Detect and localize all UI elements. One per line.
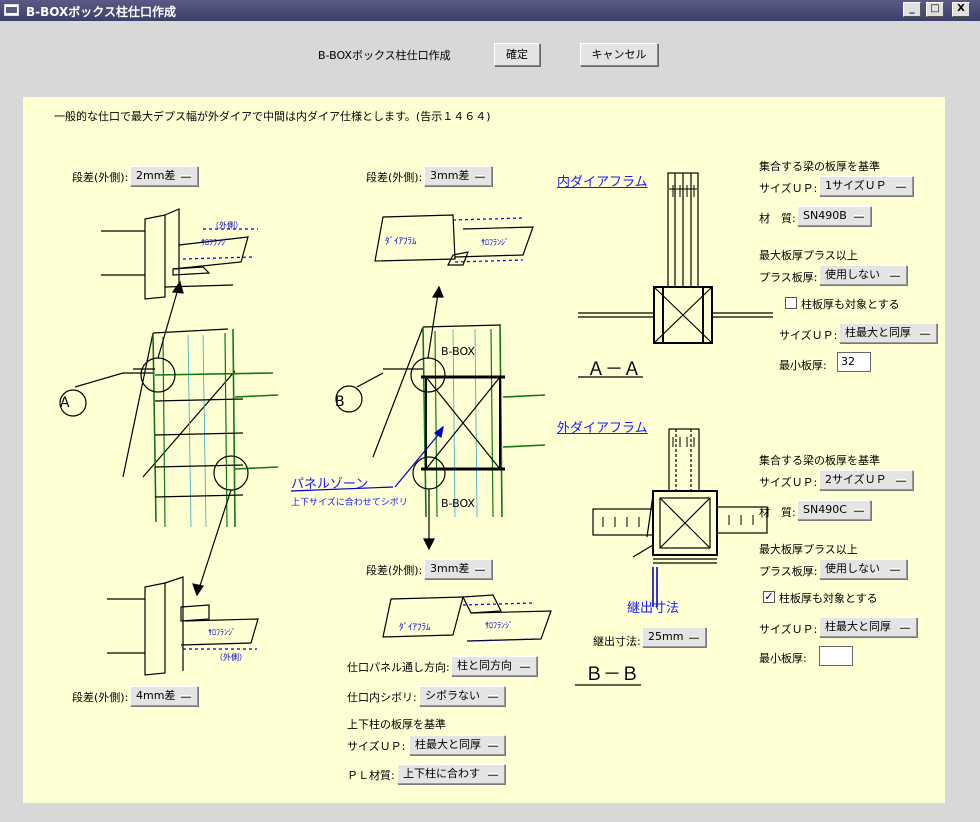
cancel-button[interactable]: キャンセル <box>580 43 658 66</box>
panel-zone-label: パネルゾーン <box>291 477 369 492</box>
bb-max-plus-heading: 最大板厚プラス以上 <box>759 543 858 556</box>
bb-size-up-label: サイズＵＰ: <box>759 476 818 489</box>
pl-material-select[interactable]: 上下柱に合わす <box>397 764 505 784</box>
panel-dir-label: 仕口パネル通し方向: <box>347 661 450 674</box>
aa-col-target-checkbox[interactable] <box>785 297 797 309</box>
aa-max-plus-heading: 最大板厚プラス以上 <box>759 249 858 262</box>
bb-col-target-label: 柱板厚も対象とする <box>779 592 878 605</box>
aa-material-label: 材 質: <box>759 212 796 225</box>
pl-material-label: ＰＬ材質: <box>347 769 395 782</box>
maximize-button[interactable]: □ <box>926 2 944 17</box>
minimize-button[interactable]: _ <box>903 2 921 17</box>
aa-size-up-label: サイズＵＰ: <box>759 182 818 195</box>
inner-shibori-label: 仕口内シボリ: <box>347 691 417 704</box>
window-icon[interactable] <box>4 4 19 16</box>
mid-step-top-label: 段差(外側): <box>366 171 423 184</box>
left-step-bottom-select[interactable]: 4mm差 <box>130 686 198 706</box>
mid-bottom-flange-note: ｻﾛﾌﾗﾝｼﾞ <box>485 621 513 630</box>
aa-size-up2-select[interactable]: 柱最大と同厚 <box>839 323 937 343</box>
mid-step-top-select[interactable]: 3mm差 <box>424 166 492 186</box>
mid-step-mid-select[interactable]: 3mm差 <box>424 559 492 579</box>
left-step-bottom-label: 段差(外側): <box>72 691 129 704</box>
spec-note: 一般的な仕口で最大デプス幅が外ダイアで中間は内ダイア仕様とします。(告示１４６４… <box>54 110 491 123</box>
bb-basis-heading: 集合する梁の板厚を基準 <box>759 454 880 467</box>
aa-plus-label: プラス板厚: <box>759 271 818 284</box>
bb-material-select[interactable]: SN490C <box>797 500 871 520</box>
protrude-heading: 継出寸法 <box>627 601 680 616</box>
bb-plus-select[interactable]: 使用しない <box>819 559 907 579</box>
bb-material-label: 材 質: <box>759 506 796 519</box>
left-outside-note: （外側） <box>211 221 243 230</box>
bb-min-thick-label: 最小板厚: <box>759 652 807 665</box>
bbox-bottom-label: B-BOX <box>441 497 475 510</box>
col-basis-heading: 上下柱の板厚を基準 <box>347 718 446 731</box>
bb-plus-label: プラス板厚: <box>759 565 818 578</box>
outer-diaphragm-heading: 外ダイアフラム <box>557 421 648 436</box>
section-bb-label: Ｂ－Ｂ <box>585 664 639 685</box>
left-bottom-outside-note: （外側） <box>215 653 247 662</box>
protrude-label: 継出寸法: <box>593 635 641 648</box>
aa-plus-select[interactable]: 使用しない <box>819 265 907 285</box>
panel-zone-sub-label: 上下サイズに合わせてシボリ <box>291 498 408 508</box>
close-button[interactable]: X <box>952 2 970 17</box>
bb-size-up2-select[interactable]: 柱最大と同厚 <box>819 617 917 637</box>
title-bar: B-BOXボックス柱仕口作成 _ □ X <box>0 0 980 21</box>
bb-size-up-select[interactable]: 2サイズＵＰ <box>819 470 913 490</box>
inner-diaphragm-heading: 内ダイアフラム <box>557 175 648 190</box>
aa-basis-heading: 集合する梁の板厚を基準 <box>759 160 880 173</box>
aa-size-up2-label: サイズＵＰ: <box>779 329 838 342</box>
mid-bottom-diaphragm-note: ﾀﾞｲｱﾌﾗﾑ <box>399 623 431 633</box>
aa-size-up-select[interactable]: 1サイズＵＰ <box>819 176 913 196</box>
mid-diaphragm-note: ﾀﾞｲｱﾌﾗﾑ <box>385 237 417 247</box>
left-flange-note: ｻﾛﾌﾗﾝｼﾞ <box>201 238 229 247</box>
left-step-top-select[interactable]: 2mm差 <box>130 166 198 186</box>
col-size-up-select[interactable]: 柱最大と同厚 <box>409 735 505 755</box>
mid-flange-note: ｻﾛﾌﾗﾝｼﾞ <box>481 238 509 247</box>
aa-min-thick-input[interactable]: 32 <box>837 352 871 372</box>
protrude-select[interactable]: 25mm <box>642 627 706 647</box>
bb-col-target-checkbox[interactable]: ✓ <box>763 591 775 603</box>
bb-size-up2-label: サイズＵＰ: <box>759 623 818 636</box>
panel-dir-select[interactable]: 柱と同方向 <box>451 656 537 676</box>
dialog-heading: B-BOXボックス柱仕口作成 <box>318 49 451 62</box>
circle-label-a: A <box>60 395 70 411</box>
left-step-top-label: 段差(外側): <box>72 171 129 184</box>
ok-button[interactable]: 確定 <box>494 43 540 66</box>
window-title: B-BOXボックス柱仕口作成 <box>26 5 176 19</box>
mid-step-mid-label: 段差(外側): <box>366 564 423 577</box>
inner-shibori-select[interactable]: シボラない <box>419 686 505 706</box>
col-size-up-label: サイズＵＰ: <box>347 740 406 753</box>
aa-min-thick-label: 最小板厚: <box>779 359 827 372</box>
circle-label-b: B <box>335 394 345 410</box>
bbox-top-label: B-BOX <box>441 345 475 358</box>
aa-col-target-label: 柱板厚も対象とする <box>801 298 900 311</box>
settings-panel: 一般的な仕口で最大デプス幅が外ダイアで中間は内ダイア仕様とします。(告示１４６４… <box>23 97 945 803</box>
left-bottom-flange-note: ｻﾛﾌﾗﾝｼﾞ <box>208 628 236 637</box>
section-aa-label: Ａ－Ａ <box>587 359 641 380</box>
bb-min-thick-input[interactable] <box>819 646 853 666</box>
aa-material-select[interactable]: SN490B <box>797 206 871 226</box>
